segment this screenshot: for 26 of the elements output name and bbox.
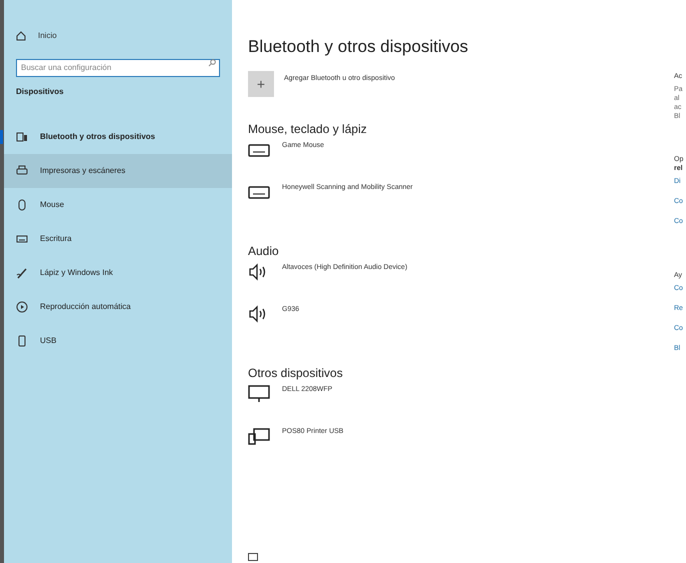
usb-drive-icon	[16, 335, 28, 347]
keyboard-icon	[16, 233, 28, 245]
printer-icon	[16, 165, 28, 177]
home-link[interactable]: Inicio	[38, 30, 57, 42]
search-icon	[208, 59, 216, 67]
checkbox[interactable]	[248, 553, 258, 561]
monitor-icon	[248, 385, 270, 403]
printer-icon	[248, 427, 270, 445]
add-device-button[interactable]: +	[248, 71, 274, 97]
autoplay-icon	[16, 301, 28, 313]
sidebar-item[interactable]: Impresoras y escáneres	[4, 154, 232, 188]
home-icon	[16, 31, 26, 41]
sidebar-item[interactable]: Reproducción automática	[4, 290, 232, 324]
page-title: Bluetooth y otros dispositivos	[248, 38, 470, 55]
search-field[interactable]: Buscar una configuración	[16, 58, 220, 76]
devices-icon	[16, 131, 28, 143]
sidebar-item[interactable]: Lápiz y Windows Ink	[4, 256, 232, 290]
pen-icon	[16, 267, 28, 279]
sidebar-item[interactable]: Mouse	[4, 188, 232, 222]
mouse-icon	[16, 199, 28, 211]
group-heading: Otros dispositivos	[248, 367, 344, 379]
sidebar-item[interactable]: USB	[4, 324, 232, 358]
sidebar-item[interactable]: Escritura	[4, 222, 232, 256]
group-heading: Audio	[248, 245, 280, 257]
section-heading: Dispositivos	[15, 86, 65, 98]
group-heading: Mouse, teclado y lápiz	[248, 123, 368, 135]
